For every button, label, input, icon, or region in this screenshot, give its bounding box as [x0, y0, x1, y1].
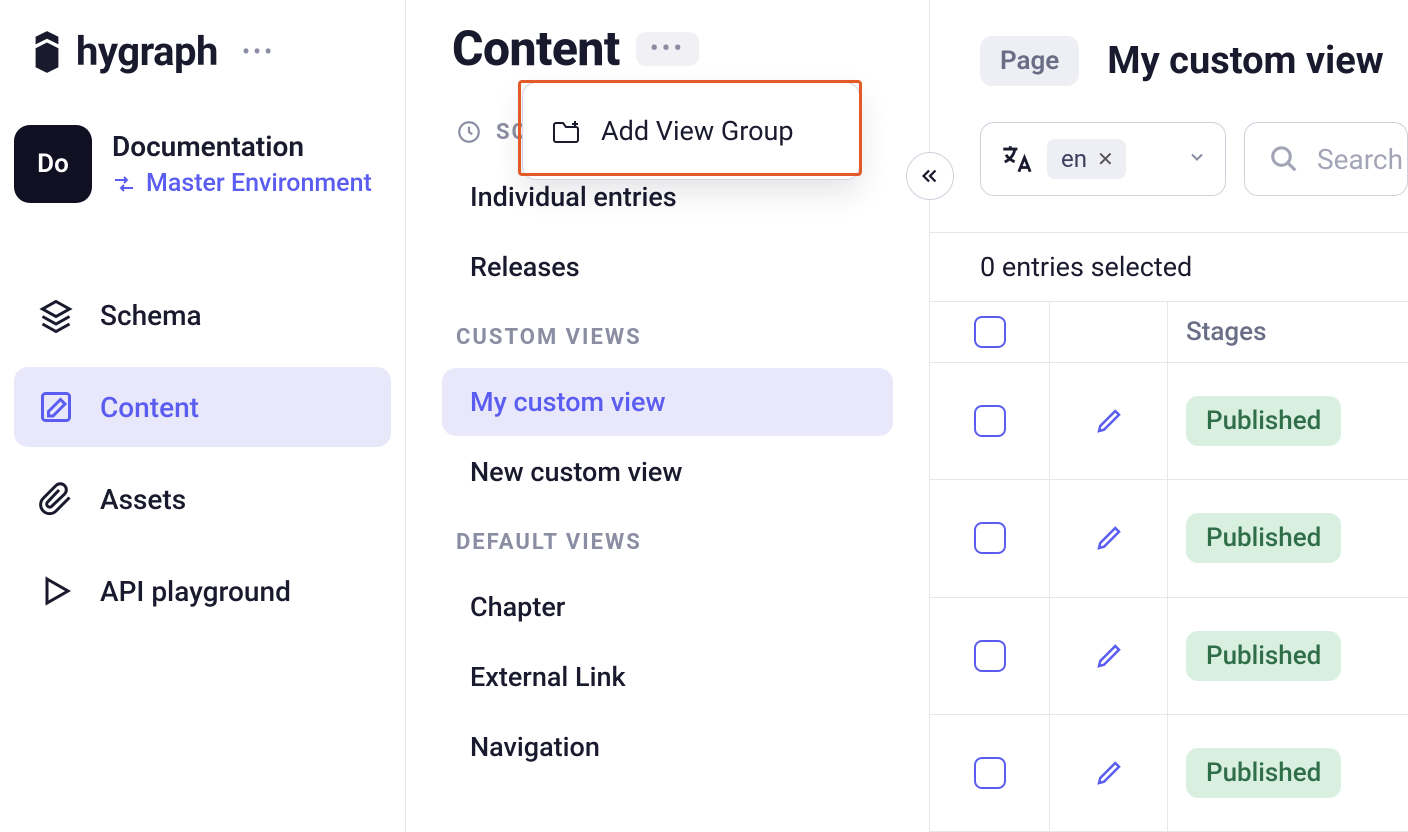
- row-select[interactable]: [930, 480, 1050, 596]
- nav-schema-label: Schema: [100, 299, 202, 332]
- row-select[interactable]: [930, 363, 1050, 479]
- checkbox[interactable]: [974, 405, 1006, 437]
- nav-assets-label: Assets: [100, 483, 186, 516]
- stage-badge: Published: [1186, 631, 1341, 681]
- search-placeholder: Search: [1317, 143, 1403, 176]
- nav-api-playground[interactable]: API playground: [14, 551, 391, 631]
- selection-count: 0 entries selected: [930, 232, 1408, 302]
- view-chapter[interactable]: Chapter: [442, 573, 893, 641]
- checkbox[interactable]: [974, 757, 1006, 789]
- checkbox[interactable]: [974, 640, 1006, 672]
- project-row[interactable]: Do Documentation Master Environment: [14, 125, 391, 203]
- view-releases[interactable]: Releases: [442, 233, 893, 301]
- view-new-custom-view[interactable]: New custom view: [442, 438, 893, 506]
- th-select-all[interactable]: [930, 302, 1050, 362]
- row-stage: Published: [1168, 598, 1408, 714]
- project-badge: Do: [14, 125, 92, 203]
- play-icon: [38, 573, 74, 609]
- row-select[interactable]: [930, 598, 1050, 714]
- th-edit: [1050, 302, 1168, 362]
- paperclip-icon: [38, 481, 74, 517]
- entries-panel: Page My custom view en ✕ Search 0 entrie…: [930, 0, 1408, 832]
- th-stages[interactable]: Stages: [1168, 302, 1408, 362]
- table-row[interactable]: Published: [930, 598, 1408, 715]
- stage-badge: Published: [1186, 396, 1341, 446]
- table-row[interactable]: Published: [930, 480, 1408, 597]
- sidebar-main: hygraph ••• Do Documentation Master Envi…: [0, 0, 406, 832]
- env-label: Master Environment: [146, 169, 372, 198]
- pencil-icon: [1094, 641, 1124, 671]
- project-name: Documentation: [112, 130, 372, 163]
- project-meta: Documentation Master Environment: [112, 130, 372, 198]
- view-my-custom-view[interactable]: My custom view: [442, 368, 893, 436]
- table-row[interactable]: Published: [930, 363, 1408, 480]
- brand[interactable]: hygraph: [28, 28, 218, 75]
- row-stage: Published: [1168, 363, 1408, 479]
- row-edit[interactable]: [1050, 363, 1168, 479]
- stage-badge: Published: [1186, 748, 1341, 798]
- locale-select[interactable]: en ✕: [980, 122, 1226, 196]
- layers-icon: [38, 297, 74, 333]
- entries-header: Page My custom view: [930, 0, 1408, 122]
- panel-more-icon[interactable]: •••: [636, 32, 699, 66]
- search-icon: [1269, 144, 1299, 174]
- collapse-panel-button[interactable]: [906, 152, 954, 200]
- checkbox[interactable]: [974, 316, 1006, 348]
- model-chip[interactable]: Page: [980, 36, 1079, 86]
- brand-row: hygraph •••: [14, 28, 391, 75]
- row-edit[interactable]: [1050, 715, 1168, 831]
- checkbox[interactable]: [974, 522, 1006, 554]
- view-title: My custom view: [1107, 39, 1383, 83]
- edit-square-icon: [38, 389, 74, 425]
- chevron-down-icon: [1187, 147, 1207, 171]
- filter-row: en ✕ Search: [930, 122, 1408, 232]
- table-row[interactable]: Published: [930, 715, 1408, 832]
- view-navigation[interactable]: Navigation: [442, 713, 893, 781]
- add-view-group-label: Add View Group: [601, 115, 794, 147]
- row-select[interactable]: [930, 715, 1050, 831]
- chevron-double-left-icon: [919, 165, 941, 187]
- locale-chip: en ✕: [1047, 139, 1126, 179]
- nav-content[interactable]: Content: [14, 367, 391, 447]
- clock-icon: [456, 119, 482, 145]
- nav-assets[interactable]: Assets: [14, 459, 391, 539]
- row-stage: Published: [1168, 480, 1408, 596]
- table-head: Stages: [930, 302, 1408, 363]
- row-edit[interactable]: [1050, 598, 1168, 714]
- more-dots-icon[interactable]: •••: [242, 38, 275, 66]
- nav-schema[interactable]: Schema: [14, 275, 391, 355]
- view-external-link[interactable]: External Link: [442, 643, 893, 711]
- brand-logo-icon: [28, 31, 66, 73]
- remove-locale-icon[interactable]: ✕: [1097, 147, 1114, 171]
- row-edit[interactable]: [1050, 480, 1168, 596]
- pencil-icon: [1094, 523, 1124, 553]
- add-view-group-button[interactable]: Add View Group: [531, 91, 851, 171]
- pencil-icon: [1094, 758, 1124, 788]
- translate-icon: [999, 142, 1033, 176]
- panel-title: Content: [452, 20, 620, 77]
- group-custom-views-heading: Custom Views: [456, 325, 893, 350]
- popup-menu: Add View Group: [522, 82, 860, 180]
- pencil-icon: [1094, 406, 1124, 436]
- stage-badge: Published: [1186, 513, 1341, 563]
- project-environment[interactable]: Master Environment: [112, 169, 372, 198]
- panel-title-row: Content •••: [452, 20, 893, 77]
- folder-plus-icon: [551, 118, 581, 144]
- group-default-views-heading: Default Views: [456, 530, 893, 555]
- nav-api-playground-label: API playground: [100, 575, 291, 608]
- locale-chip-label: en: [1061, 145, 1087, 173]
- row-stage: Published: [1168, 715, 1408, 831]
- search-input[interactable]: Search: [1244, 122, 1408, 196]
- branch-icon: [112, 172, 136, 196]
- brand-name: hygraph: [76, 28, 218, 75]
- nav-content-label: Content: [100, 391, 199, 424]
